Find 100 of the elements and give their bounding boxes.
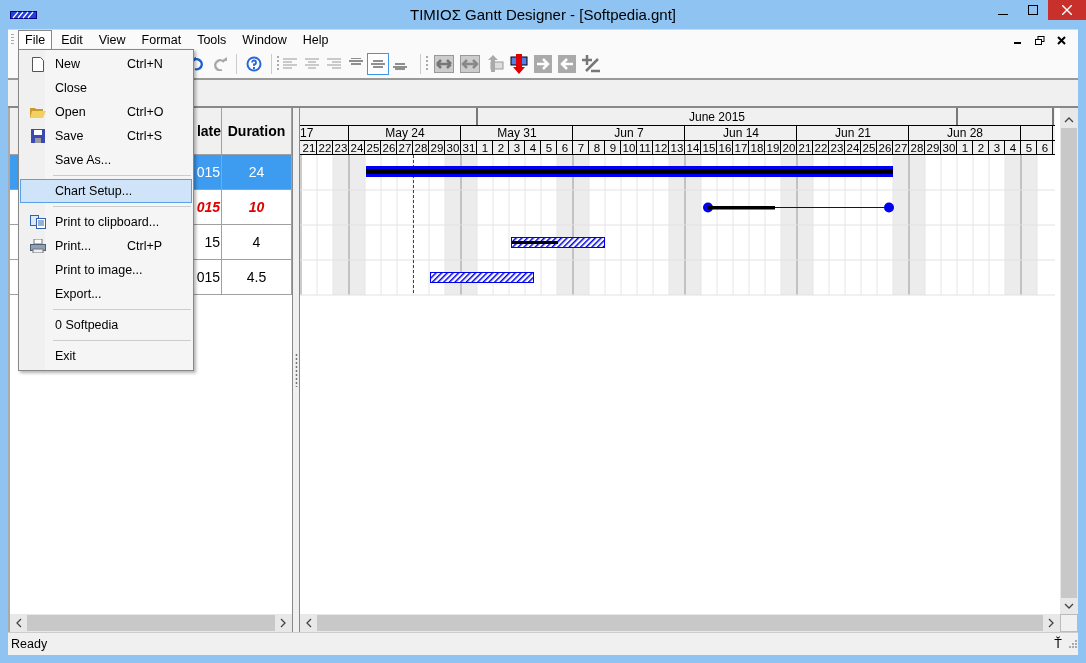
table-cell: 015 (196, 164, 220, 180)
scrollbar-thumb[interactable] (27, 615, 276, 631)
day-label: 14 (686, 142, 700, 154)
folder-icon (30, 105, 46, 119)
week-label: Jun 7 (614, 126, 644, 140)
menu-item[interactable]: Tools (190, 30, 234, 50)
minimize-icon (998, 13, 1008, 15)
day-label: 24 (846, 142, 860, 154)
close-icon (1062, 5, 1072, 15)
close-icon[interactable] (1057, 35, 1066, 45)
menu-grip[interactable] (11, 34, 14, 46)
move-down-icon[interactable] (510, 54, 528, 74)
menu-item[interactable]: Print... Ctrl+P (20, 234, 192, 258)
table-cell: 10 (248, 199, 265, 215)
day-label: 1 (961, 142, 969, 154)
day-label: 5 (1025, 142, 1033, 154)
align-icon (327, 58, 341, 70)
menu-item[interactable]: View (91, 30, 133, 50)
day-label: 6 (561, 142, 569, 154)
table-cell: 015 (196, 199, 220, 215)
table-cell: 24 (248, 164, 265, 180)
menu-item[interactable]: Chart Setup... (20, 179, 192, 203)
day-label: 27 (894, 142, 908, 154)
day-label: 3 (993, 142, 1001, 154)
day-label: 22 (318, 142, 332, 154)
menu-item[interactable]: Export... (20, 282, 192, 306)
restore-icon[interactable] (1035, 35, 1045, 45)
printer-icon (30, 239, 46, 253)
menu-item[interactable]: New Ctrl+N (20, 52, 192, 76)
menu-item[interactable]: 0 Softpedia (20, 313, 192, 337)
scroll-up-icon[interactable] (1064, 116, 1074, 124)
day-label: 25 (862, 142, 876, 154)
move-up-icon[interactable] (486, 55, 504, 73)
day-label: 17 (734, 142, 748, 154)
table-cell: 015 (196, 269, 220, 285)
day-label: 10 (622, 142, 636, 154)
status-indicator: Ť (1054, 637, 1062, 651)
day-label: 16 (718, 142, 732, 154)
menu-item[interactable]: Print to image... (20, 258, 192, 282)
day-label: 12 (654, 142, 668, 154)
redo-icon[interactable] (213, 57, 227, 71)
menu-item[interactable]: Edit (54, 30, 90, 50)
menu-item[interactable]: Close (20, 76, 192, 100)
outdent-icon[interactable] (558, 55, 576, 73)
menu-item[interactable]: File (18, 30, 53, 50)
day-label: 7 (577, 142, 585, 154)
week-label: Jun 21 (835, 126, 871, 140)
summary-bar[interactable] (366, 166, 893, 177)
table-cell: 15 (204, 234, 220, 250)
window-title: TIMIOΣ Gantt Designer - [Softpedia.gnt] (408, 6, 678, 23)
menu-item[interactable]: Help (295, 30, 336, 50)
day-label: 2 (977, 142, 985, 154)
day-label: 28 (414, 142, 428, 154)
document-icon (32, 56, 44, 72)
floppy-icon (31, 129, 45, 143)
day-label: 4 (529, 142, 537, 154)
plus-minus-icon[interactable] (582, 55, 600, 73)
day-label: 26 (878, 142, 892, 154)
day-label: 26 (382, 142, 396, 154)
scroll-down-icon[interactable] (1064, 602, 1074, 610)
table-cell: 4 (252, 234, 261, 250)
menu-item[interactable]: Exit (20, 344, 192, 368)
align-icon (371, 58, 385, 70)
align-button[interactable] (367, 53, 389, 75)
table-cell: 4.5 (246, 269, 267, 285)
resize-grip-icon[interactable] (1068, 639, 1078, 649)
week-label: May 31 (497, 126, 537, 140)
scroll-right-icon[interactable] (1047, 618, 1055, 628)
app-icon (10, 10, 37, 19)
range-dot[interactable] (884, 202, 894, 213)
copy-icon (30, 215, 46, 229)
scrollbar-thumb[interactable] (317, 615, 1043, 631)
task-bar[interactable] (430, 272, 534, 283)
scrollbar-thumb[interactable] (1061, 128, 1077, 598)
help-icon[interactable] (246, 56, 262, 72)
day-label: 6 (1041, 142, 1049, 154)
week-label: May 24 (385, 126, 425, 140)
day-label: 30 (446, 142, 460, 154)
day-label: 1 (481, 142, 489, 154)
status-text: Ready (11, 637, 48, 651)
day-label: 20 (782, 142, 796, 154)
day-label: 11 (639, 142, 651, 154)
day-label: 28 (910, 142, 924, 154)
close-button[interactable] (1048, 0, 1086, 20)
day-label: 9 (609, 142, 617, 154)
shrink-columns-icon[interactable] (460, 55, 480, 73)
expand-columns-icon[interactable] (434, 55, 454, 73)
scroll-left-icon[interactable] (305, 618, 313, 628)
day-label: 30 (942, 142, 956, 154)
menu-item[interactable]: Format (134, 30, 189, 50)
day-label: 27 (398, 142, 412, 154)
menu-item[interactable]: Window (235, 30, 294, 50)
day-label: 23 (830, 142, 844, 154)
indent-icon[interactable] (534, 55, 552, 73)
day-label: 3 (513, 142, 521, 154)
menu-item[interactable]: Print to clipboard... (20, 210, 192, 234)
splitter-grip-icon[interactable] (294, 353, 298, 387)
scroll-left-icon[interactable] (15, 618, 23, 628)
day-label: 23 (334, 142, 348, 154)
scroll-right-icon[interactable] (279, 618, 288, 628)
